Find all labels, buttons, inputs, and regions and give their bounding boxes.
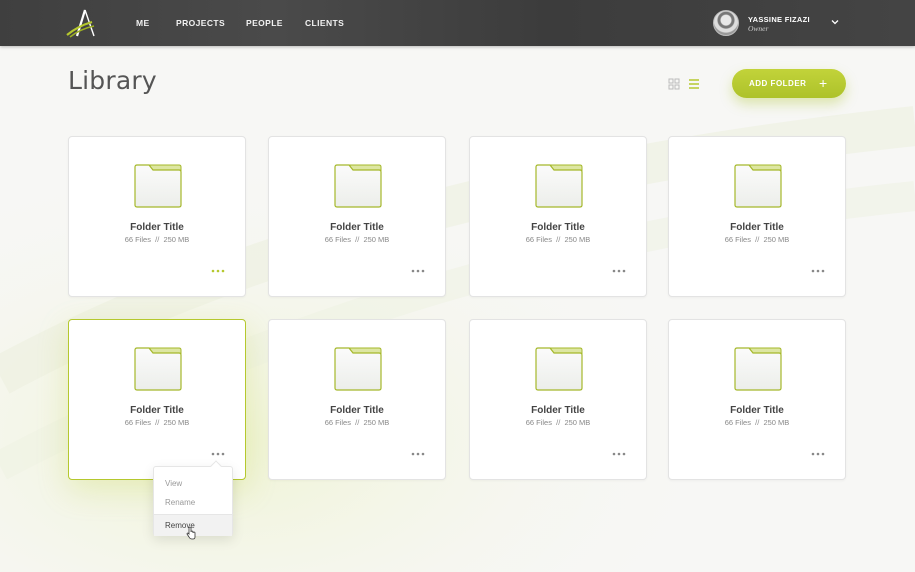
folder-title: Folder Title bbox=[330, 405, 384, 416]
folder-title: Folder Title bbox=[730, 405, 784, 416]
plus-icon: + bbox=[819, 75, 828, 91]
folder-card[interactable]: Folder Title 66 Files // 250 MB bbox=[68, 319, 246, 480]
folder-title: Folder Title bbox=[531, 405, 585, 416]
folder-icon bbox=[734, 347, 782, 391]
more-options-icon[interactable] bbox=[410, 267, 426, 275]
folder-meta: 66 Files // 250 MB bbox=[124, 235, 190, 244]
avatar[interactable] bbox=[713, 10, 739, 36]
hand-pointer-icon bbox=[186, 527, 196, 540]
folder-title: Folder Title bbox=[130, 222, 184, 233]
menu-item-rename[interactable]: Rename bbox=[154, 492, 232, 512]
folder-title: Folder Title bbox=[330, 222, 384, 233]
folder-meta: 66 Files // 250 MB bbox=[124, 418, 190, 427]
folder-icon bbox=[535, 164, 583, 208]
more-options-icon[interactable] bbox=[611, 450, 627, 458]
folder-icon bbox=[535, 347, 583, 391]
more-options-icon[interactable] bbox=[810, 267, 826, 275]
folder-context-menu: View Rename Remove bbox=[153, 460, 233, 536]
folder-meta: 66 Files // 250 MB bbox=[724, 418, 790, 427]
more-options-icon[interactable] bbox=[210, 450, 226, 458]
chevron-down-icon[interactable] bbox=[829, 16, 841, 28]
folder-card[interactable]: Folder Title 66 Files // 250 MB bbox=[268, 319, 446, 480]
folder-card[interactable]: Folder Title 66 Files // 250 MB bbox=[68, 136, 246, 297]
menu-item-view[interactable]: View bbox=[154, 473, 232, 493]
folder-card[interactable]: Folder Title 66 Files // 250 MB bbox=[668, 136, 846, 297]
more-options-icon[interactable] bbox=[210, 267, 226, 275]
folder-meta: 66 Files // 250 MB bbox=[724, 235, 790, 244]
folder-icon bbox=[334, 347, 382, 391]
nav-item-clients[interactable]: CLIENTS bbox=[305, 18, 344, 28]
more-options-icon[interactable] bbox=[611, 267, 627, 275]
top-navigation-bar: ME PROJECTS PEOPLE CLIENTS YASSINE FIZAZ… bbox=[0, 0, 915, 46]
folder-title: Folder Title bbox=[531, 222, 585, 233]
folder-meta: 66 Files // 250 MB bbox=[525, 418, 591, 427]
add-folder-label: ADD FOLDER bbox=[749, 79, 807, 88]
folder-title: Folder Title bbox=[130, 405, 184, 416]
folder-icon bbox=[134, 347, 182, 391]
more-options-icon[interactable] bbox=[810, 450, 826, 458]
folder-card[interactable]: Folder Title 66 Files // 250 MB bbox=[469, 136, 647, 297]
folder-meta: 66 Files // 250 MB bbox=[324, 235, 390, 244]
folder-meta: 66 Files // 250 MB bbox=[525, 235, 591, 244]
logo-icon[interactable] bbox=[64, 8, 102, 38]
user-name: YASSINE FIZAZI bbox=[748, 15, 810, 24]
folder-icon bbox=[134, 164, 182, 208]
page-title: Library bbox=[68, 66, 157, 95]
folder-meta: 66 Files // 250 MB bbox=[324, 418, 390, 427]
folder-icon bbox=[334, 164, 382, 208]
folder-card[interactable]: Folder Title 66 Files // 250 MB bbox=[668, 319, 846, 480]
user-role: Owner bbox=[748, 24, 769, 33]
folder-card[interactable]: Folder Title 66 Files // 250 MB bbox=[469, 319, 647, 480]
grid-view-icon[interactable] bbox=[668, 78, 680, 90]
nav-item-projects[interactable]: PROJECTS bbox=[176, 18, 225, 28]
folder-icon bbox=[734, 164, 782, 208]
add-folder-button[interactable]: ADD FOLDER + bbox=[732, 69, 846, 98]
nav-item-me[interactable]: ME bbox=[136, 18, 150, 28]
folder-title: Folder Title bbox=[730, 222, 784, 233]
more-options-icon[interactable] bbox=[410, 450, 426, 458]
background-decoration bbox=[0, 46, 915, 572]
folder-card[interactable]: Folder Title 66 Files // 250 MB bbox=[268, 136, 446, 297]
list-view-icon[interactable] bbox=[688, 78, 700, 90]
nav-item-people[interactable]: PEOPLE bbox=[246, 18, 283, 28]
